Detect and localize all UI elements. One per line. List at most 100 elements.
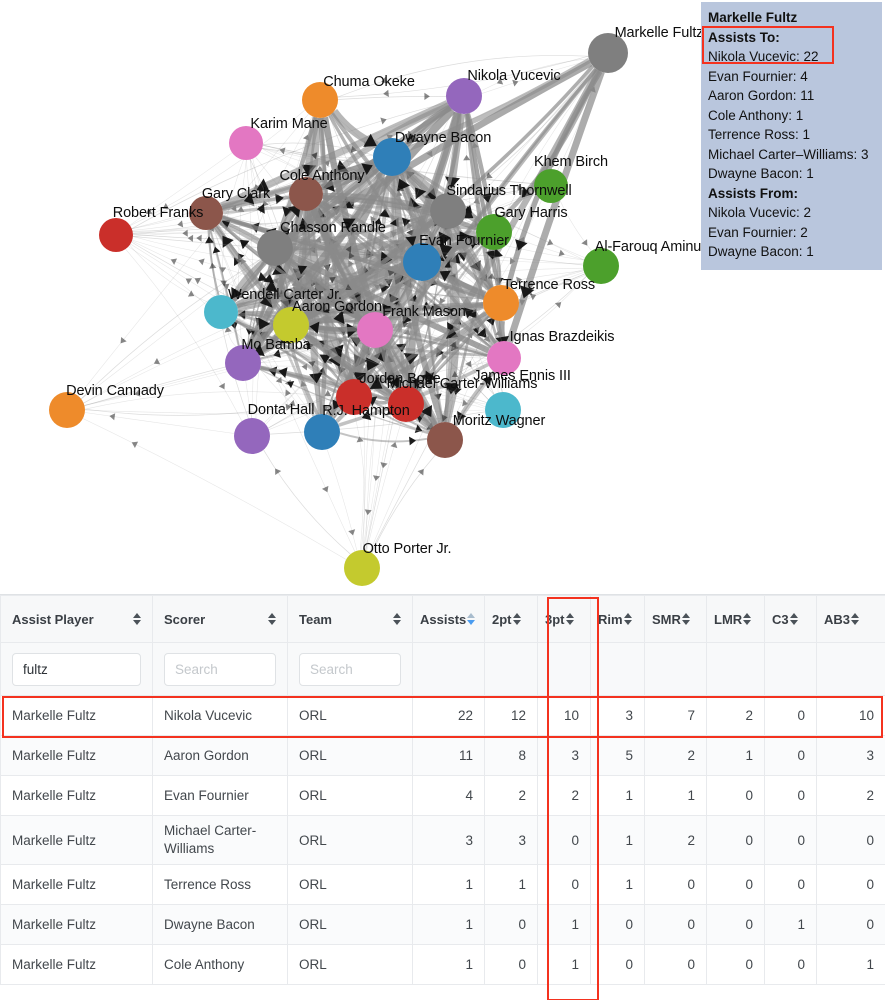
table-header-assists[interactable]: Assists [412,595,485,643]
sort-toggle-icon[interactable] [268,612,276,626]
table-header-2pt[interactable]: 2pt [484,595,538,643]
graph-node[interactable] [336,379,372,415]
graph-node[interactable] [289,177,323,211]
cell-smr[interactable]: 0 [644,944,707,985]
sort-toggle-icon[interactable] [743,612,752,626]
cell-2pt[interactable]: 12 [484,695,538,736]
cell-lmr[interactable]: 1 [706,735,765,776]
graph-node[interactable] [257,230,293,266]
cell-ab3[interactable]: 3 [816,735,885,776]
cell-c3[interactable]: 0 [764,775,817,816]
cell-rim[interactable]: 0 [590,904,645,945]
cell-3pt[interactable]: 2 [537,775,591,816]
graph-node[interactable] [229,126,263,160]
table-header-rim[interactable]: Rim [590,595,645,643]
graph-node[interactable] [302,82,338,118]
graph-node[interactable] [476,214,512,250]
cell-smr[interactable]: 0 [644,904,707,945]
graph-node[interactable] [373,138,411,176]
cell-smr[interactable]: 7 [644,695,707,736]
cell-assists[interactable]: 11 [412,735,485,776]
cell-smr[interactable]: 0 [644,864,707,905]
cell-smr[interactable]: 1 [644,775,707,816]
table-row[interactable]: Markelle Fultz Dwayne Bacon ORL 1 0 1 0 0 0 1 0 [0,904,885,945]
graph-node[interactable] [344,550,380,586]
cell-2pt[interactable]: 0 [484,944,538,985]
cell-ab3[interactable]: 0 [816,864,885,905]
table-row[interactable]: Markelle Fultz Nikola Vucevic ORL 22 12 10 3 7 2… [0,695,885,736]
graph-node[interactable] [403,243,441,281]
table-row[interactable]: Markelle Fultz Terrence Ross ORL 1 1 0 1 0 0 0 0 [0,864,885,905]
sort-toggle-icon[interactable] [789,612,798,626]
cell-lmr[interactable]: 0 [706,864,765,905]
cell-assists[interactable]: 1 [412,944,485,985]
cell-lmr[interactable]: 0 [706,775,765,816]
cell-rim[interactable]: 3 [590,695,645,736]
graph-node[interactable] [204,295,238,329]
cell-rim[interactable]: 5 [590,735,645,776]
table-header-c3[interactable]: C3 [764,595,817,643]
graph-node[interactable] [583,248,619,284]
cell-2pt[interactable]: 8 [484,735,538,776]
table-header-team[interactable]: Team [287,595,413,643]
cell-lmr[interactable]: 0 [706,904,765,945]
cell-2pt[interactable]: 1 [484,864,538,905]
cell-c3[interactable]: 1 [764,904,817,945]
graph-node[interactable] [234,418,270,454]
cell-2pt[interactable]: 0 [484,904,538,945]
cell-assists[interactable]: 1 [412,904,485,945]
sort-toggle-icon[interactable] [393,612,401,626]
sort-toggle-icon[interactable] [681,612,690,626]
cell-2pt[interactable]: 2 [484,775,538,816]
cell-assists[interactable]: 1 [412,864,485,905]
cell-assists[interactable]: 3 [412,815,485,865]
cell-c3[interactable]: 0 [764,864,817,905]
assist-network-graph[interactable]: Markelle Fultz Nikola Vucevic Chuma Okeke K… [0,0,885,594]
cell-lmr[interactable]: 2 [706,695,765,736]
cell-rim[interactable]: 1 [590,864,645,905]
graph-node[interactable] [225,345,261,381]
cell-3pt[interactable]: 3 [537,735,591,776]
table-header-assist_player[interactable]: Assist Player [0,595,153,643]
cell-ab3[interactable]: 0 [816,904,885,945]
sort-toggle-icon[interactable] [133,612,141,626]
cell-3pt[interactable]: 0 [537,815,591,865]
cell-lmr[interactable]: 0 [706,815,765,865]
graph-node[interactable] [446,78,482,114]
graph-node[interactable] [534,169,568,203]
graph-node[interactable] [388,386,424,422]
graph-node[interactable] [49,392,85,428]
graph-node[interactable] [189,196,223,230]
filter-input-scorer[interactable] [164,652,276,686]
table-row[interactable]: Markelle Fultz Cole Anthony ORL 1 0 1 0 0 0 0 1 [0,944,885,985]
table-header-lmr[interactable]: LMR [706,595,765,643]
graph-node[interactable] [304,414,340,450]
graph-node[interactable] [357,312,393,348]
cell-2pt[interactable]: 3 [484,815,538,865]
sort-toggle-icon[interactable] [851,612,860,626]
graph-node[interactable] [99,218,133,252]
cell-assists[interactable]: 4 [412,775,485,816]
cell-ab3[interactable]: 1 [816,944,885,985]
filter-input-assist_player[interactable] [12,652,141,686]
cell-3pt[interactable]: 1 [537,904,591,945]
cell-rim[interactable]: 1 [590,775,645,816]
cell-assists[interactable]: 22 [412,695,485,736]
table-row[interactable]: Markelle Fultz Michael Carter-Williams ORL… [0,815,885,865]
graph-node[interactable] [487,341,521,375]
table-header-smr[interactable]: SMR [644,595,707,643]
cell-ab3[interactable]: 10 [816,695,885,736]
cell-c3[interactable]: 0 [764,735,817,776]
table-header-scorer[interactable]: Scorer [152,595,288,643]
cell-c3[interactable]: 0 [764,815,817,865]
graph-node[interactable] [485,392,521,428]
cell-smr[interactable]: 2 [644,815,707,865]
graph-node[interactable] [588,33,628,73]
cell-lmr[interactable]: 0 [706,944,765,985]
cell-smr[interactable]: 2 [644,735,707,776]
table-row[interactable]: Markelle Fultz Evan Fournier ORL 4 2 2 1 1 0 0 2 [0,775,885,816]
cell-3pt[interactable]: 0 [537,864,591,905]
filter-input-team[interactable] [299,652,401,686]
cell-c3[interactable]: 0 [764,944,817,985]
cell-3pt[interactable]: 1 [537,944,591,985]
